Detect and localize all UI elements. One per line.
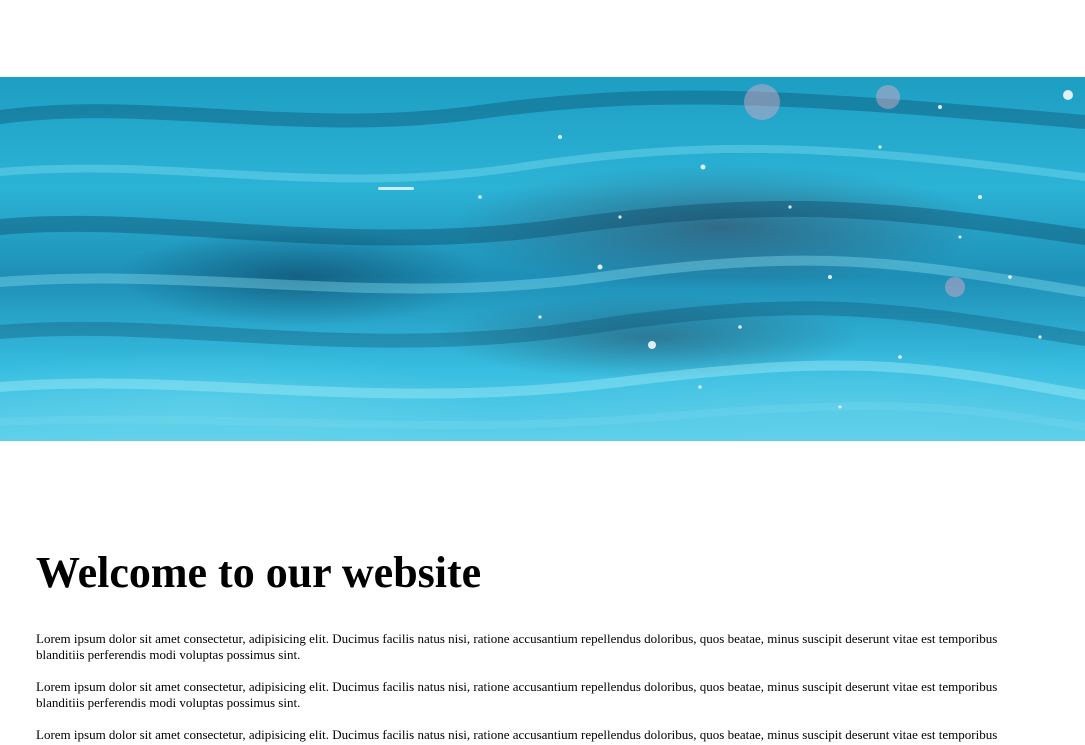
main-content: Welcome to our website Lorem ipsum dolor…: [36, 547, 1048, 745]
page-heading: Welcome to our website: [36, 548, 482, 597]
ocean-water-image: [0, 84, 1085, 431]
hero-image: [0, 77, 1085, 441]
paragraph: Lorem ipsum dolor sit amet consectetur, …: [36, 631, 998, 662]
page: Welcome to our website Lorem ipsum dolor…: [0, 0, 1085, 745]
top-bar: [0, 0, 1085, 77]
paragraph: Lorem ipsum dolor sit amet consectetur, …: [36, 679, 998, 710]
paragraph: Lorem ipsum dolor sit amet consectetur, …: [36, 727, 998, 745]
